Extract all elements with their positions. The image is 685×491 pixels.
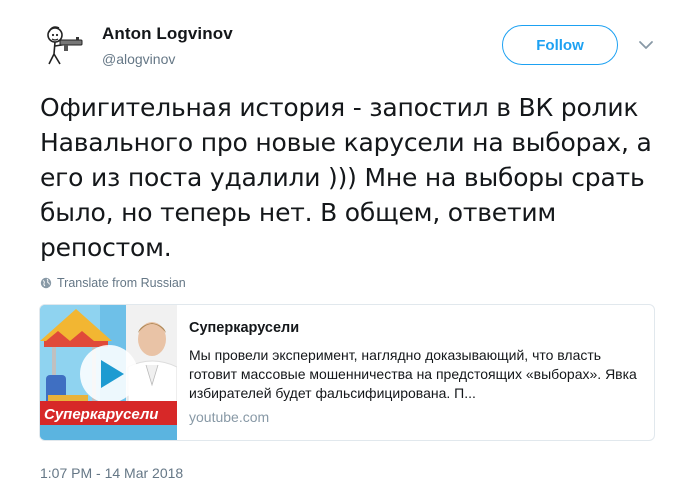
tweet-text: Офигительная история - запостил в ВК рол… [40,93,652,262]
translate-label: Translate from Russian [57,276,186,290]
author-display-name[interactable]: Anton Logvinov [102,24,233,44]
card-description: Мы провели эксперимент, наглядно доказыв… [189,347,637,401]
thumbnail-caption: Суперкарусели [44,406,158,423]
globe-icon [40,277,52,289]
tweet-timestamp[interactable]: 1:07 PM - 14 Mar 2018 [40,465,183,481]
link-card[interactable]: Суперкарусели Суперкарусели Мы провели э… [39,304,655,441]
avatar-drawing-icon [38,20,86,68]
chevron-down-icon[interactable] [638,38,654,52]
card-thumbnail[interactable]: Суперкарусели [40,305,177,440]
card-title[interactable]: Суперкарусели [189,320,299,336]
author-handle[interactable]: @alogvinov [102,51,175,67]
translate-link[interactable]: Translate from Russian [40,276,186,290]
follow-button[interactable]: Follow [502,25,618,65]
card-domain: youtube.com [189,409,270,425]
avatar[interactable] [38,20,86,68]
